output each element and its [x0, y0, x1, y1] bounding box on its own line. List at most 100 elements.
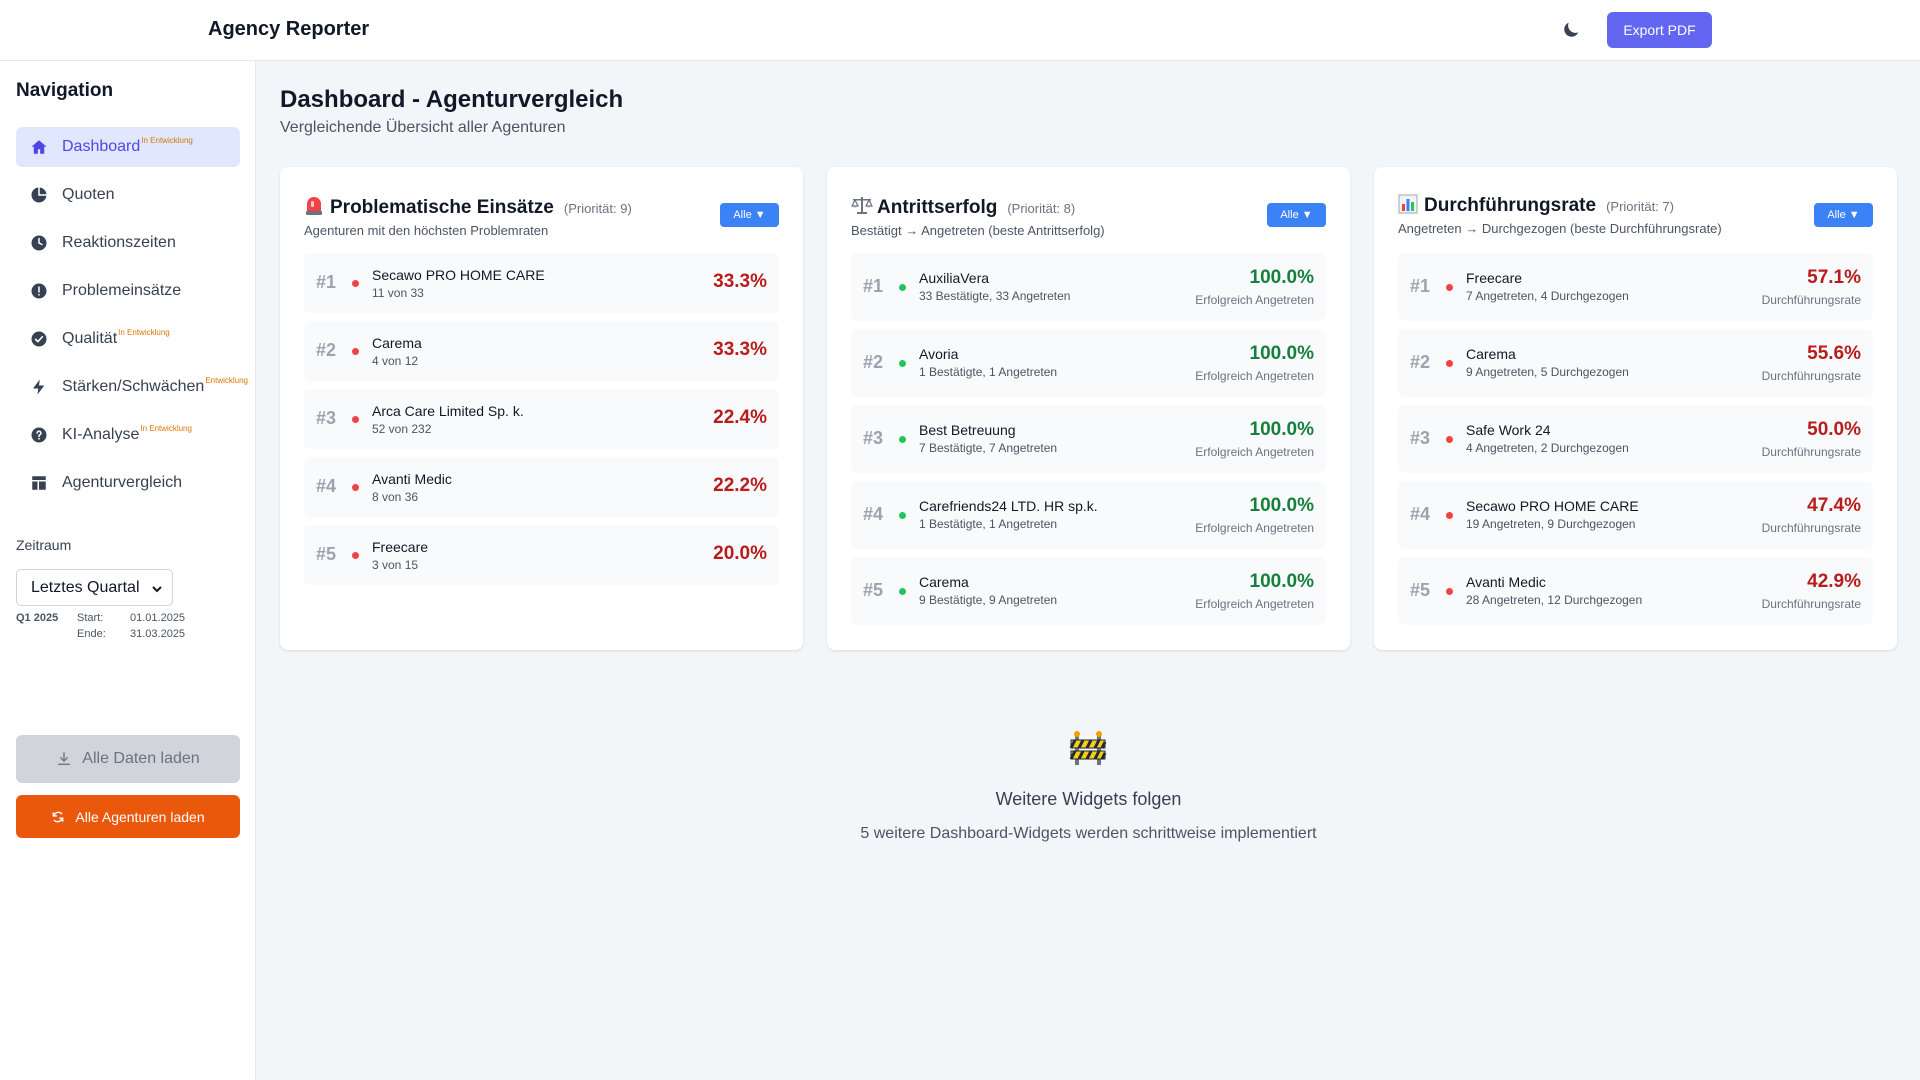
agency-detail: 4 Angetreten, 2 Durchgezogen — [1466, 441, 1629, 455]
rate-value: 55.6% — [1807, 343, 1861, 364]
top-bar: Agency Reporter Export PDF — [0, 0, 1920, 61]
agency-detail: 7 Angetreten, 4 Durchgezogen — [1466, 289, 1629, 303]
rank: #4 — [316, 476, 337, 496]
agency-detail: 4 von 12 — [372, 354, 419, 368]
moon-icon[interactable] — [1560, 19, 1582, 41]
filter-button[interactable]: Alle ▼ — [1814, 203, 1873, 227]
agency-name: Carema — [372, 335, 422, 351]
sidebar-item-ki-analyse[interactable]: KI-Analyse In Entwicklung — [16, 415, 240, 455]
agency-detail: 33 Bestätigte, 33 Angetreten — [919, 289, 1071, 303]
page-subtitle: Vergleichende Übersicht aller Agenturen — [280, 119, 566, 136]
load-all-data-button[interactable]: Alle Daten laden — [16, 735, 240, 783]
sidebar-item-reaktionszeiten[interactable]: Reaktionszeiten — [16, 223, 240, 263]
page-title: Dashboard - Agenturvergleich — [280, 86, 624, 113]
check-circle-icon — [30, 330, 48, 348]
filter-button[interactable]: Alle ▼ — [1267, 203, 1326, 227]
period-end-date: 31.03.2025 — [130, 628, 186, 640]
rank: #1 — [316, 272, 337, 292]
status-dot — [1446, 360, 1453, 367]
status-dot — [352, 348, 359, 355]
list-item: #5 Freecare 3 von 15 20.0% — [304, 525, 779, 585]
sidebar-item-staerken-schwaechen[interactable]: Stärken/Schwächen Entwicklung — [16, 367, 248, 407]
rank: #4 — [1410, 504, 1431, 524]
sidebar-item-label: Dashboard — [62, 138, 141, 155]
list-item: #4 Avanti Medic 8 von 36 22.2% — [304, 457, 779, 517]
scales-icon — [851, 194, 873, 216]
status-dot — [352, 484, 359, 491]
rank: #2 — [1410, 352, 1431, 372]
list-item: #2 Carema 9 Angetreten, 5 Durchgezogen 5… — [1398, 329, 1873, 397]
sidebar-item-qualitaet[interactable]: Qualität In Entwicklung — [16, 319, 240, 359]
rate-label: Erfolgreich Angetreten — [1195, 369, 1314, 383]
sidebar-item-agenturvergleich[interactable]: Agenturvergleich — [16, 463, 240, 503]
rank: #3 — [1410, 428, 1431, 448]
list-item: #3 Arca Care Limited Sp. k. 52 von 232 2… — [304, 389, 779, 449]
period-quarter: Q1 2025 — [16, 612, 59, 624]
ranking-list: #1 Freecare 7 Angetreten, 4 Durchgezogen… — [1398, 253, 1873, 633]
sidebar-item-label: Agenturvergleich — [62, 474, 183, 491]
rate-label: Erfolgreich Angetreten — [1195, 445, 1314, 459]
load-all-agencies-button[interactable]: Alle Agenturen laden — [16, 795, 240, 838]
card-header: Problematische Einsätze (Priorität: 9) A… — [304, 191, 779, 238]
agency-name: Carefriends24 LTD. HR sp.k. — [919, 498, 1098, 514]
agency-detail: 28 Angetreten, 12 Durchgezogen — [1466, 593, 1643, 607]
sidebar-item-dashboard[interactable]: Dashboard In Entwicklung — [16, 127, 240, 167]
agency-name: Freecare — [1466, 270, 1523, 286]
rate-label: Erfolgreich Angetreten — [1195, 293, 1314, 307]
filter-button[interactable]: Alle ▼ — [720, 203, 779, 227]
agency-name: Safe Work 24 — [1466, 422, 1551, 438]
agency-detail: 1 Bestätigte, 1 Angetreten — [919, 517, 1058, 531]
agency-detail: 9 Angetreten, 5 Durchgezogen — [1466, 365, 1629, 379]
card-title: Antrittserfolg (Priorität: 8) — [851, 191, 1326, 219]
list-item: #4 Secawo PRO HOME CARE 19 Angetreten, 9… — [1398, 481, 1873, 549]
agency-name: Freecare — [372, 539, 429, 555]
layout-icon — [30, 474, 48, 492]
agency-detail: 9 Bestätigte, 9 Angetreten — [919, 593, 1058, 607]
widget-problematische-einsaetze: Problematische Einsätze (Priorität: 9) A… — [280, 167, 803, 650]
card-description: Angetreten → Durchgezogen (beste Durchfü… — [1398, 221, 1722, 236]
period-select[interactable]: Letztes Quartal — [16, 569, 173, 606]
status-dot — [899, 436, 906, 443]
load-all-data-label: Alle Daten laden — [82, 750, 200, 767]
download-icon — [56, 751, 72, 767]
rank: #5 — [1410, 580, 1431, 600]
rank: #5 — [316, 544, 337, 564]
agency-detail: 3 von 15 — [372, 558, 419, 572]
sidebar-item-label: Qualität — [62, 330, 118, 347]
agency-detail: 8 von 36 — [372, 490, 419, 504]
rank: #4 — [863, 504, 884, 524]
agency-detail: 7 Bestätigte, 7 Angetreten — [919, 441, 1058, 455]
rate-label: Durchführungsrate — [1761, 369, 1861, 383]
rate-label: Durchführungsrate — [1761, 445, 1861, 459]
card-title-text: Problematische Einsätze — [330, 197, 554, 218]
period-start-date: 01.01.2025 — [130, 612, 186, 624]
agency-name: Avanti Medic — [1466, 574, 1546, 590]
period-start-label: Start: — [77, 612, 104, 624]
rate-label: Durchführungsrate — [1761, 597, 1861, 611]
sidebar-item-quoten[interactable]: Quoten — [16, 175, 240, 215]
agency-name: Avoria — [919, 346, 959, 362]
home-icon — [30, 138, 48, 156]
rank: #3 — [316, 408, 337, 428]
nav-list: Dashboard In Entwicklung Quoten Reaktion… — [16, 127, 248, 511]
export-pdf-button[interactable]: Export PDF — [1607, 12, 1712, 48]
rate-value: 100.0% — [1249, 343, 1314, 364]
agency-name: AuxiliaVera — [919, 270, 990, 286]
status-dot — [352, 416, 359, 423]
card-description: Agenturen mit den höchsten Problemraten — [304, 223, 549, 238]
agency-detail: 11 von 33 — [372, 286, 424, 300]
widget-durchfuehrungsrate: Durchführungsrate (Priorität: 7) Angetre… — [1374, 167, 1897, 650]
agency-name: Carema — [919, 574, 969, 590]
sidebar-item-label: Quoten — [62, 186, 115, 203]
agency-detail: 52 von 232 — [372, 422, 432, 436]
sidebar-item-problemeinsaetze[interactable]: Problemeinsätze — [16, 271, 240, 311]
dev-badge: In Entwicklung — [141, 135, 193, 145]
card-title-text: Antrittserfolg — [877, 197, 998, 218]
app-title: Agency Reporter — [208, 18, 370, 40]
list-item: #1 Secawo PRO HOME CARE 11 von 33 33.3% — [304, 253, 779, 313]
rank: #5 — [863, 580, 884, 600]
rate-value: 33.3% — [713, 271, 767, 292]
rate-label: Erfolgreich Angetreten — [1195, 597, 1314, 611]
status-dot — [899, 588, 906, 595]
rate-value: 100.0% — [1249, 495, 1314, 516]
